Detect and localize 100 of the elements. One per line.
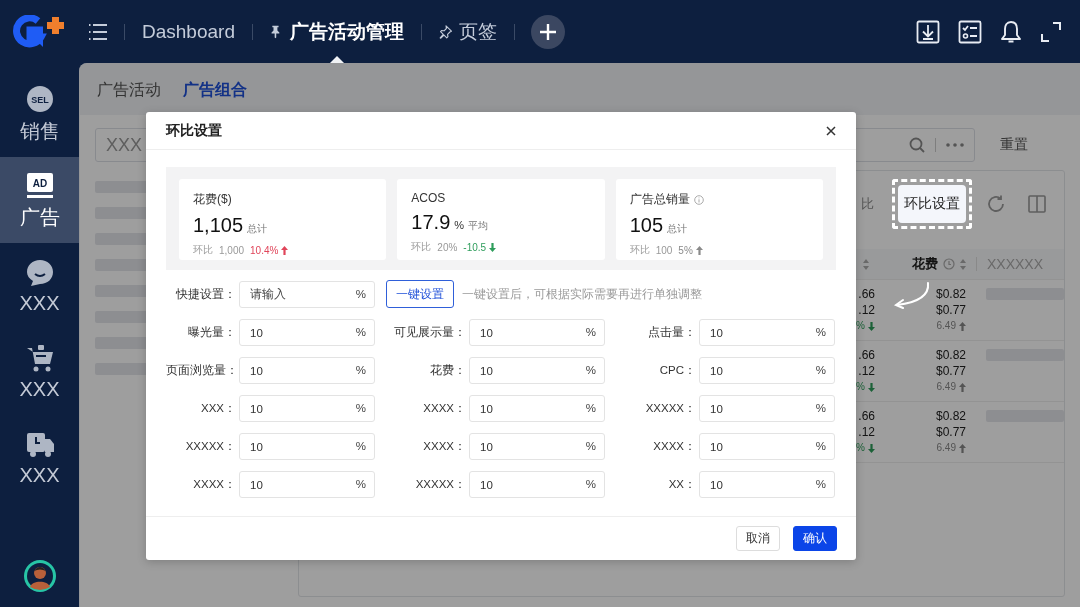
field-label: 快捷设置： [175, 286, 237, 302]
stat-caption: 总计 [247, 222, 268, 236]
hint-text: 一键设置后，可根据实际需要再进行单独调整 [462, 286, 702, 302]
table-cell: $0.77 [935, 302, 966, 318]
seal-badge-icon: SEL [24, 83, 55, 114]
percent-suffix: % [815, 402, 826, 415]
field-label: XX： [667, 477, 697, 492]
menu-icon[interactable] [88, 22, 108, 41]
table-cell-text: 6.49 [936, 319, 956, 333]
change-value: -10.5 [463, 241, 487, 253]
stat-label: 广告总销量 [629, 191, 690, 208]
avatar[interactable] [23, 560, 56, 592]
more-icon[interactable] [946, 143, 964, 147]
table-cell: $0.77 [935, 424, 966, 440]
modal-title: 环比设置 [166, 121, 222, 140]
field-label: XXXX： [422, 401, 467, 416]
compare-value: 1,000 [219, 244, 245, 256]
percent-suffix: % [585, 402, 596, 415]
chat-bubble-icon [24, 257, 55, 288]
table-cell-text: % [856, 319, 865, 333]
field-label: 曝光量： [187, 325, 237, 340]
change-value: 5% [678, 244, 693, 256]
field-label: XXX： [200, 401, 237, 416]
percent-suffix: % [355, 440, 366, 453]
compare-settings-button[interactable]: 环比设置 [898, 185, 966, 223]
stat-value: 17.9 [411, 211, 451, 234]
table-cell: .12 [858, 363, 875, 379]
stat-label: 花费($) [193, 191, 232, 208]
bell-icon[interactable] [1000, 19, 1022, 44]
stat-value: 105 [629, 214, 664, 237]
sidebar-item[interactable]: XXX [0, 329, 79, 415]
toolbar-label: 比 [861, 195, 874, 213]
table-cell: .66 [858, 408, 875, 424]
field-label: CPC： [658, 363, 697, 378]
download-icon[interactable] [916, 19, 940, 44]
apply-all-button[interactable]: 一键设置 [386, 280, 454, 308]
table-cell: .12 [858, 424, 875, 440]
table-cell: $0.82 [935, 286, 966, 302]
add-tab-icon[interactable] [530, 14, 565, 49]
field-label: XXXXX： [184, 439, 237, 454]
compare-value: 20% [437, 241, 458, 253]
checklist-icon[interactable] [958, 19, 982, 44]
compare-label: 环比 [193, 243, 213, 257]
field-label: XXXX： [192, 477, 237, 492]
reset-button[interactable]: 重置 [1000, 136, 1028, 154]
info-icon [943, 258, 955, 270]
page-tab[interactable]: 广告活动 [97, 80, 161, 101]
table-cell-text: % [856, 380, 865, 394]
stat-unit: % [454, 219, 465, 231]
stat-caption: 平均 [468, 219, 489, 233]
percent-suffix: % [355, 402, 366, 415]
nav-tab[interactable]: 广告活动管理 [260, 0, 413, 63]
field-label: 花费： [429, 363, 467, 378]
table-cell-text: 6.49 [936, 380, 956, 394]
cancel-button[interactable]: 取消 [736, 526, 780, 551]
stat-label: ACOS [411, 191, 446, 205]
percent-suffix: % [355, 326, 366, 339]
sidebar-item[interactable]: XXX [0, 415, 79, 501]
nav-tab[interactable]: 页签 [429, 0, 506, 63]
compare-label: 环比 [411, 240, 432, 254]
table-cell: .12 [858, 302, 875, 318]
fullscreen-icon[interactable] [1040, 20, 1062, 43]
table-cell: .66 [858, 286, 875, 302]
column-header: 花费 [912, 255, 938, 273]
percent-suffix: % [585, 326, 596, 339]
percent-suffix: % [585, 478, 596, 491]
compare-label: 环比 [629, 243, 650, 257]
page-tab[interactable]: 广告组合 [183, 80, 247, 101]
table-cell: $0.82 [935, 408, 966, 424]
nav-tab[interactable]: Dashboard [133, 0, 244, 63]
field-label: 点击量： [647, 325, 697, 340]
sidebar-item[interactable]: XXX [0, 243, 79, 329]
percent-suffix: % [815, 364, 826, 377]
sidebar-item[interactable]: AD 广告 [0, 157, 79, 243]
confirm-button[interactable]: 确认 [793, 526, 837, 551]
close-icon[interactable] [826, 125, 836, 136]
field-label: 可见展示量： [393, 325, 467, 340]
pin-icon [438, 23, 453, 40]
table-cell-text: % [856, 441, 865, 455]
percent-suffix: % [585, 364, 596, 377]
field-label: XXXX： [422, 439, 467, 454]
compare-value: 100 [655, 244, 673, 256]
field-label: XXXXX： [414, 477, 467, 492]
percent-suffix: % [815, 478, 826, 491]
field-label: XXXXX： [644, 401, 697, 416]
table-cell: $0.82 [935, 347, 966, 363]
table-cell: .66 [858, 347, 875, 363]
change-value: 10.4% [250, 244, 279, 256]
percent-suffix: % [355, 364, 366, 377]
stat-caption: 总计 [667, 222, 688, 236]
percent-suffix: % [815, 326, 826, 339]
search-value: XXX [106, 134, 144, 156]
percent-suffix: % [355, 478, 366, 491]
percent-suffix: % [815, 440, 826, 453]
stat-value: 1,105 [193, 214, 244, 237]
sidebar-item[interactable]: SEL 销售 [0, 71, 79, 157]
field-label: 页面浏览量： [166, 363, 239, 378]
percent-suffix: % [585, 440, 596, 453]
table-cell-text: 6.49 [936, 441, 956, 455]
search-icon[interactable] [909, 137, 925, 153]
